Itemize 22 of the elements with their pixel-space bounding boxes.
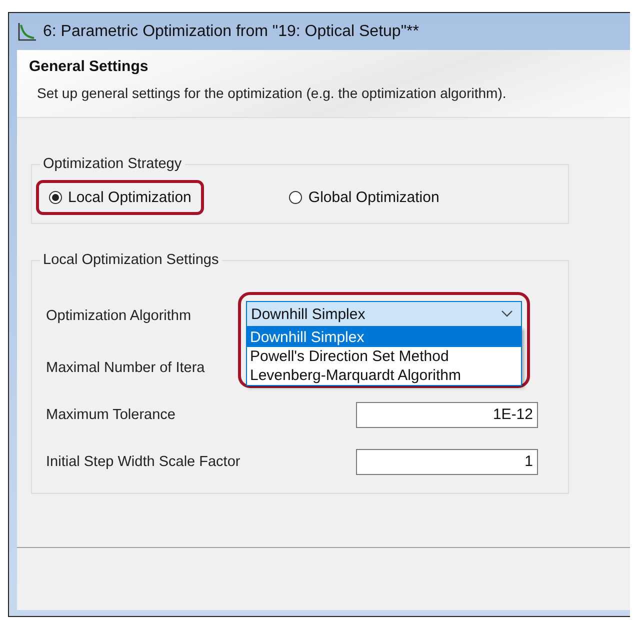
field-label: Optimization Algorithm xyxy=(46,308,192,324)
field-label: Initial Step Width Scale Factor xyxy=(46,454,242,470)
radio-label[interactable]: Local Optimization xyxy=(68,189,192,206)
chart-icon xyxy=(17,22,37,42)
dropdown-option[interactable]: Downhill Simplex xyxy=(247,328,521,347)
section-description: Set up general settings for the optimization (e.g. the optimization algorithm). xyxy=(37,85,508,101)
group-legend: Optimization Strategy xyxy=(40,156,185,172)
field-label: Maximal Number of Itera xyxy=(46,360,206,376)
input-field[interactable]: 1E-12 xyxy=(356,402,538,428)
radio-button[interactable] xyxy=(49,191,62,204)
section-title: General Settings xyxy=(29,58,150,75)
field-label: Maximum Tolerance xyxy=(46,406,176,422)
dropdown-option[interactable]: Levenberg-Marquardt Algorithm xyxy=(247,366,521,385)
dropdown-option[interactable]: Powell's Direction Set Method xyxy=(247,347,521,366)
dropdown-value: Downhill Simplex xyxy=(251,306,366,322)
input-field[interactable]: 1 xyxy=(356,448,538,474)
group-legend: Local Optimization Settings xyxy=(40,252,222,268)
radio-label[interactable]: Global Optimization xyxy=(308,189,440,206)
radio-button[interactable] xyxy=(289,191,302,204)
chevron-down-icon xyxy=(501,310,513,318)
window-title: 6: Parametric Optimization from "19: Optical Setup"** xyxy=(43,22,419,40)
algorithm-dropdown[interactable]: Downhill Simplex xyxy=(246,301,522,327)
